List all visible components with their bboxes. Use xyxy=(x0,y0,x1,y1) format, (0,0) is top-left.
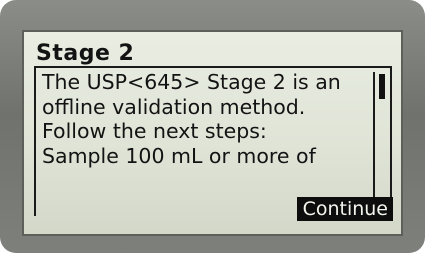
message-line: The USP<645> Stage 2 is an xyxy=(42,70,341,94)
scrollbar[interactable] xyxy=(373,72,387,214)
screen-title: Stage 2 xyxy=(36,41,135,66)
lcd-screen: Stage 2 The USP<645> Stage 2 is an offli… xyxy=(22,30,403,236)
device-bezel: Stage 2 The USP<645> Stage 2 is an offli… xyxy=(0,0,425,253)
message-line: Sample 100 mL or more of xyxy=(42,143,316,168)
message-text: The USP<645> Stage 2 is an offline valid… xyxy=(42,70,372,168)
message-box[interactable]: The USP<645> Stage 2 is an offline valid… xyxy=(34,66,392,216)
scrollbar-thumb[interactable] xyxy=(379,74,385,99)
continue-button[interactable]: Continue xyxy=(296,197,393,221)
message-line: Follow the next steps: xyxy=(42,119,267,143)
message-line: offline validation method. xyxy=(42,94,306,119)
